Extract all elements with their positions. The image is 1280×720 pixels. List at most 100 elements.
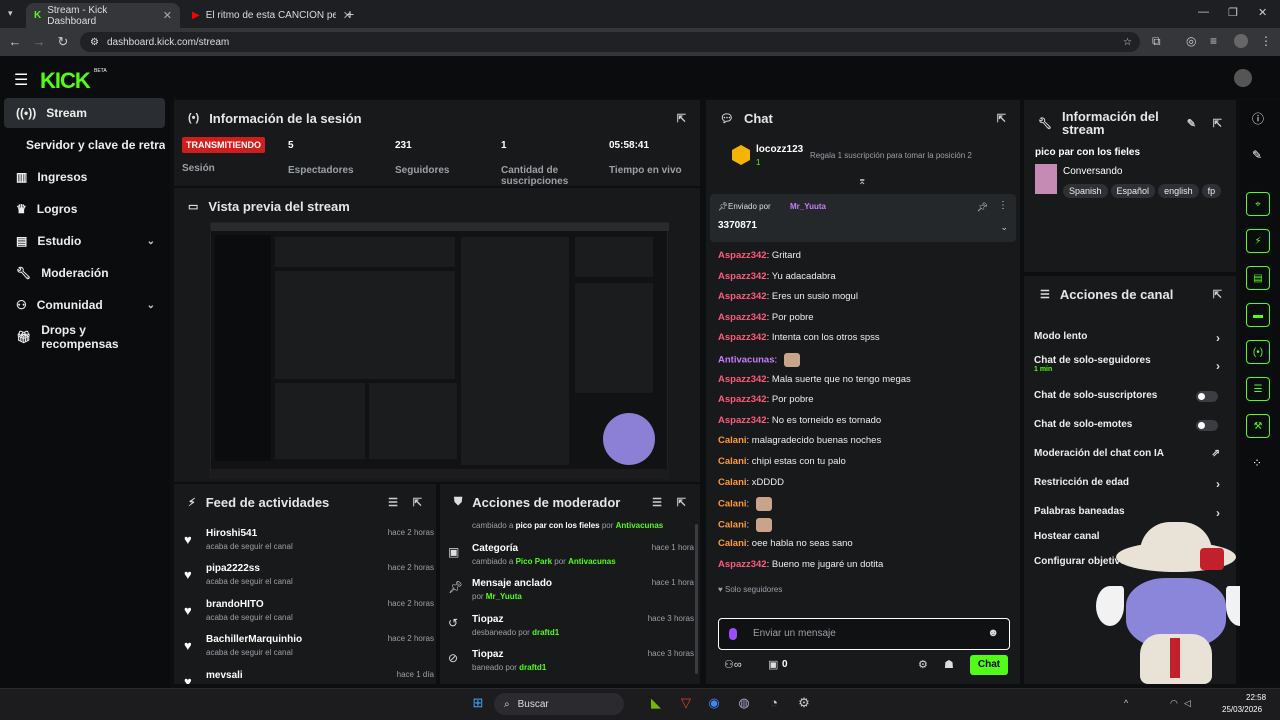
document-icon[interactable]: ▤ [1246, 266, 1270, 290]
sidebar-item-comunidad[interactable]: ⚇ Comunidad ⌄ [4, 290, 165, 320]
feed-user[interactable]: mevsali [206, 670, 243, 681]
stream-video-preview[interactable] [210, 222, 669, 479]
profile-avatar[interactable] [1234, 34, 1248, 48]
mod-item-user[interactable]: draftd1 [519, 663, 546, 672]
user-avatar[interactable] [1234, 69, 1252, 87]
tag-pill[interactable]: Español [1110, 184, 1156, 198]
layers-icon[interactable]: ☰ [1246, 377, 1270, 401]
chat-username[interactable]: Aspazz342 [718, 250, 767, 261]
feed-user[interactable]: pipa2222ss [206, 563, 260, 574]
tray-chevron-icon[interactable]: ^ [1124, 698, 1128, 708]
tab-kick-dashboard[interactable]: K Stream - Kick Dashboard ✕ [26, 3, 180, 28]
browser-menu-icon[interactable]: ⋮ [1260, 34, 1272, 48]
hamburger-menu-icon[interactable]: ☰ [14, 70, 28, 90]
chrome-icon[interactable]: ◉ [704, 695, 724, 715]
sidebar-item-logros[interactable]: ♛ Logros [4, 194, 165, 224]
broadcast-icon[interactable]: (•) [1246, 340, 1270, 364]
popout-icon[interactable]: ⇱ [1213, 288, 1222, 301]
tab-youtube[interactable]: ▶ El ritmo de esta CANCIÓN peg... ✕ [184, 3, 360, 28]
mod-item-user[interactable]: draftd1 [532, 628, 559, 637]
focus-icon[interactable]: ⌖ [1246, 192, 1270, 216]
close-tab-icon[interactable]: ✕ [163, 9, 172, 22]
action-followers-only[interactable]: Chat de solo-seguidores 1 min › [1034, 355, 1220, 383]
chat-username[interactable]: Calani [718, 435, 747, 446]
wrench-icon[interactable]: ⚒ [1246, 414, 1270, 438]
popout-icon[interactable]: ⇱ [997, 112, 1006, 125]
collapse-icon[interactable]: ⌆ [858, 176, 866, 187]
address-bar[interactable]: ⚙ dashboard.kick.com/stream ☆ [80, 32, 1140, 52]
media-icon[interactable]: ◎ [1186, 34, 1196, 48]
action-ai-moderation[interactable]: Moderación del chat con IA ⇗ [1034, 448, 1220, 470]
subs-only-toggle[interactable] [1196, 391, 1218, 402]
popout-icon[interactable]: ⇱ [677, 112, 686, 125]
chat-username[interactable]: Aspazz342 [718, 291, 767, 302]
site-info-icon[interactable]: ⚙ [90, 37, 99, 48]
filter-icon[interactable]: ☰ [388, 496, 398, 509]
tag-pill[interactable]: Spanish [1063, 184, 1108, 198]
chat-username[interactable]: Calani [718, 456, 747, 467]
minimize-icon[interactable]: — [1198, 6, 1209, 18]
chat-input[interactable]: Enviar un mensaje ☻ [718, 618, 1010, 650]
network-icon[interactable]: ◠ [1170, 698, 1178, 709]
mod-item-user[interactable]: Mr_Yuuta [486, 592, 522, 601]
steam-icon[interactable]: ◍ [734, 695, 754, 715]
feed-user[interactable]: brandoHITO [206, 599, 264, 610]
settings-icon[interactable]: ⚙ [918, 658, 928, 671]
obs-icon[interactable]: ◔ [764, 695, 784, 715]
top-gifter-name[interactable]: locozz123 [756, 144, 803, 155]
bookmark-icon[interactable]: ☆ [1123, 37, 1132, 48]
emotes-only-toggle[interactable] [1196, 420, 1218, 431]
extensions-icon[interactable]: ⧉ [1152, 34, 1161, 49]
chat-username[interactable]: Calani [718, 477, 747, 488]
feed-user[interactable]: Hiroshi541 [206, 528, 257, 539]
maximize-icon[interactable]: ❐ [1228, 6, 1238, 19]
app-icon[interactable]: ▽ [676, 695, 696, 715]
popout-icon[interactable]: ⇱ [677, 496, 686, 509]
more-icon[interactable]: ⋮ [998, 200, 1008, 211]
apps-icon[interactable]: ⁘ [1252, 456, 1262, 470]
taskbar-search[interactable]: ⌕ Buscar [494, 693, 624, 715]
chat-username[interactable]: Aspazz342 [718, 415, 767, 426]
emoji-icon[interactable]: ☻ [987, 627, 999, 639]
scrollbar[interactable] [695, 524, 698, 674]
mod-item-user[interactable]: Antivacunas [568, 557, 616, 566]
forward-icon[interactable]: → [28, 34, 50, 49]
nvidia-icon[interactable]: ◣ [646, 695, 666, 715]
sidebar-item-drops[interactable]: 🎁︎ Drops y recompensas [4, 322, 165, 352]
chat-icon[interactable]: ▬ [1246, 303, 1270, 327]
tag-pill[interactable]: english [1158, 184, 1199, 198]
sidebar-item-moderacion[interactable]: 🔧︎ Moderación [4, 258, 165, 288]
chat-username[interactable]: Aspazz342 [718, 312, 767, 323]
reading-list-icon[interactable]: ≡ [1210, 34, 1217, 48]
sidebar-item-server-key[interactable]: Servidor y clave de retransm [4, 130, 165, 160]
pinned-user[interactable]: Mr_Yuuta [790, 202, 826, 211]
chevron-down-icon[interactable]: ⌄ [1000, 222, 1008, 233]
action-emotes-only[interactable]: Chat de solo-emotes [1034, 419, 1220, 441]
windows-start-icon[interactable]: ⊞ [468, 695, 488, 715]
chat-username[interactable]: Calani [718, 519, 747, 530]
gift-promo-text[interactable]: Regala 1 suscripción para tomar la posic… [810, 151, 972, 160]
lightning-icon[interactable]: ⚡︎ [1246, 229, 1270, 253]
discord-icon[interactable]: ⚙ [794, 695, 814, 715]
chat-username[interactable]: Aspazz342 [718, 559, 767, 570]
action-age-restriction[interactable]: Restricción de edad › [1034, 477, 1220, 499]
chat-username[interactable]: Aspazz342 [718, 374, 767, 385]
gift-icon[interactable]: ▣ [768, 658, 778, 671]
pencil-icon[interactable]: ✎ [1252, 148, 1262, 162]
send-chat-button[interactable]: Chat [970, 655, 1008, 675]
clock-date[interactable]: 25/03/2026 [1222, 705, 1262, 714]
chat-username[interactable]: Aspazz342 [718, 394, 767, 405]
chat-username[interactable]: Aspazz342 [718, 332, 767, 343]
edit-icon[interactable]: ✎ [1187, 117, 1196, 130]
chat-username[interactable]: Antivacunas [718, 355, 775, 366]
sidebar-item-stream[interactable]: ((•)) Stream [4, 98, 165, 128]
window-close-icon[interactable]: ✕ [1258, 6, 1267, 19]
users-icon[interactable]: ⚇∞ [724, 658, 742, 671]
chat-username[interactable]: Aspazz342 [718, 271, 767, 282]
feed-user[interactable]: BachillerMarquinhio [206, 634, 302, 645]
back-icon[interactable]: ← [4, 34, 26, 49]
mod-item-user[interactable]: Antivacunas [616, 521, 664, 530]
reload-icon[interactable]: ↻ [52, 34, 74, 50]
filter-icon[interactable]: ☰ [652, 496, 662, 509]
sidebar-item-ingresos[interactable]: ▥ Ingresos [4, 162, 165, 192]
